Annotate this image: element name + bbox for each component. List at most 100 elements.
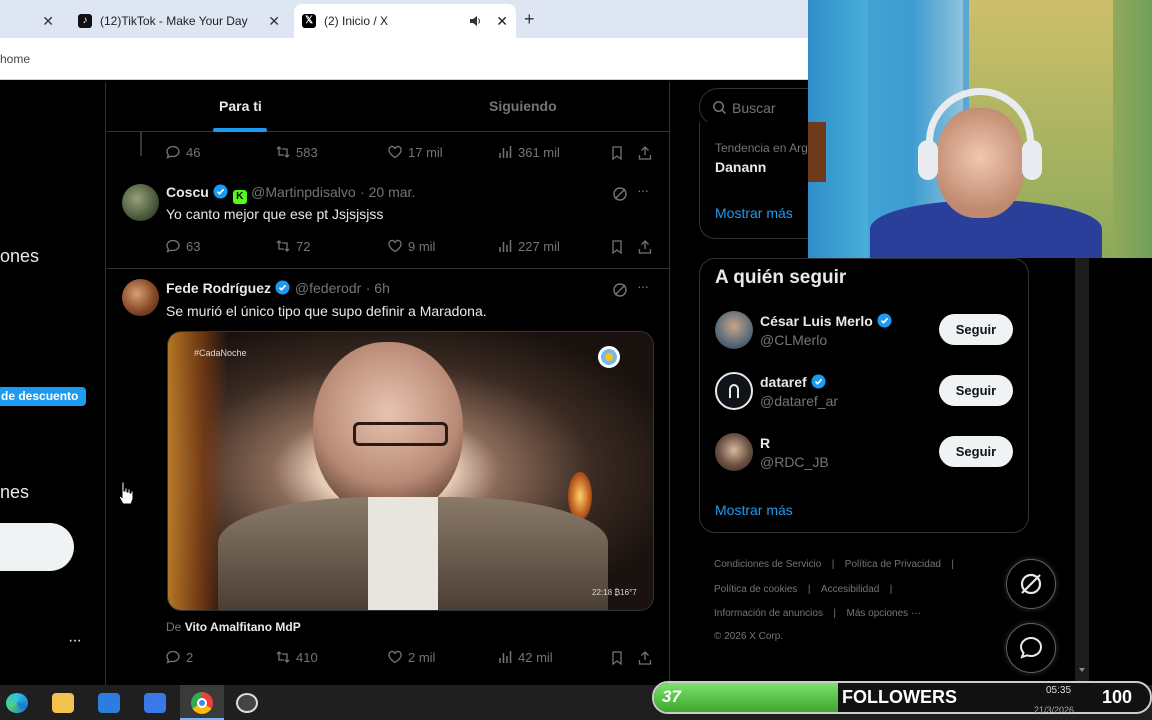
views-icon [499,651,512,663]
discount-badge[interactable]: de descuento [0,387,86,406]
video-watermark: #CadaNoche [194,348,247,358]
search-icon [713,101,727,115]
more-options-icon[interactable]: ··· [637,278,649,294]
tweet-text: Yo canto mejor que ese pt Jsjsjsjss [166,206,384,222]
tab-for-you[interactable]: Para ti [219,98,262,114]
avatar[interactable] [715,433,753,471]
cookies-link[interactable]: Política de cookies [714,584,797,595]
accessibility-link[interactable]: Accesibilidad [821,584,879,595]
tab-close-icon[interactable]: ✕ [42,13,54,30]
source-link[interactable]: Vito Amalfitano MdP [185,620,301,634]
bookmark-icon[interactable] [609,239,625,255]
reply-icon [166,239,180,253]
tweet-text: Se murió el único tipo que supo definir … [166,303,487,319]
suggestion-name[interactable]: dataref [760,374,807,390]
terms-link[interactable]: Condiciones de Servicio [714,559,821,570]
repost-button[interactable]: 410 [275,649,318,665]
reply-button[interactable]: 2 [165,649,193,665]
more-options-link[interactable]: Más opciones ··· [846,608,920,619]
suggestion-handle: @dataref_ar [760,393,839,409]
hand-cursor-icon [118,481,134,505]
timeline-tabs: Para ti Siguiendo [107,82,669,132]
reply-button[interactable]: 63 [165,238,200,254]
kick-icon: K [232,190,247,204]
follow-button[interactable]: Seguir [939,436,1013,467]
heart-icon [388,239,402,253]
like-button[interactable]: 2 mil [387,649,435,665]
obs-icon[interactable] [236,693,258,713]
tweet-time[interactable]: · 20 mar. [360,184,415,200]
tweet-video[interactable]: #CadaNoche 22:18 ₿16°7 [167,331,654,611]
author-name[interactable]: Coscu [166,184,209,200]
speaker-icon[interactable] [468,14,482,28]
nav-item-partial-2[interactable]: nes [0,482,29,503]
views-button[interactable]: 227 mil [497,238,560,254]
share-icon[interactable] [637,145,653,161]
author-handle[interactable]: @federodr [295,280,361,296]
active-tab-indicator [213,128,267,132]
more-options-icon[interactable]: ··· [637,182,649,198]
suggestion-name[interactable]: César Luis Merlo [760,313,873,329]
tab-following[interactable]: Siguiendo [489,98,557,114]
like-button[interactable]: 9 mil [387,238,435,254]
chat-bubble-icon [1019,636,1043,659]
follow-button[interactable]: Seguir [939,314,1013,345]
browser-tab-x[interactable]: 𝕏 (2) Inicio / X ✕ [294,4,516,38]
share-icon[interactable] [637,650,653,666]
author-name[interactable]: Fede Rodríguez [166,280,271,296]
tweet-coscu[interactable]: Coscu K @Martinpdisalvo · 20 mar. ··· Yo… [107,174,669,269]
share-icon[interactable] [637,239,653,255]
tab-close-icon[interactable]: ✕ [496,13,508,30]
tweet-fede[interactable]: Fede Rodríguez @federodr · 6h ··· Se mur… [107,269,669,685]
chrome-icon [191,692,213,714]
new-tab-button[interactable]: + [524,9,535,30]
followers-progress-fill [654,683,838,712]
grok-icon [1020,573,1042,595]
ads-info-link[interactable]: Información de anuncios [714,608,823,619]
messages-button[interactable] [1006,623,1056,673]
tweet-actions: 63 72 9 mil 227 mil [165,238,655,258]
thread-line [140,132,142,156]
page-scrollbar[interactable] [1075,258,1089,685]
grok-icon[interactable] [612,282,628,298]
suggestion-name[interactable]: R [760,435,770,451]
trend-name[interactable]: Danann [715,159,766,175]
tab-close-icon[interactable]: ✕ [268,13,280,30]
edge-icon[interactable] [6,693,28,713]
store-icon[interactable] [98,693,120,713]
chrome-taskbar-active[interactable] [180,685,224,720]
browser-tab-tiktok[interactable]: ♪ (12)TikTok - Make Your Day ✕ [72,4,286,38]
author-handle[interactable]: @Martinpdisalvo [251,184,355,200]
like-button[interactable]: 17 mil [387,144,443,160]
timeline: Para ti Siguiendo 46 583 17 mil 361 mil … [107,82,670,685]
webcam-headphone-right [1022,140,1042,180]
avatar[interactable] [715,311,753,349]
bookmark-icon[interactable] [609,650,625,666]
mail-icon[interactable] [144,693,166,713]
grok-icon[interactable] [612,186,628,202]
avatar[interactable] [122,184,159,221]
address-bar[interactable]: home [0,38,808,80]
avatar[interactable] [122,279,159,316]
nav-item-partial-1[interactable]: ones [0,246,39,267]
tweet-time[interactable]: · 6h [366,280,390,296]
views-button[interactable]: 42 mil [497,649,553,665]
show-more-suggestions-link[interactable]: Mostrar más [715,502,793,518]
bookmark-icon[interactable] [609,145,625,161]
file-explorer-icon[interactable] [52,693,74,713]
follow-button[interactable]: Seguir [939,375,1013,406]
views-button[interactable]: 361 mil [497,144,560,160]
more-options-icon[interactable]: ··· [68,632,82,650]
browser-tab-1[interactable]: ✕ [0,4,62,38]
repost-button[interactable]: 583 [275,144,318,160]
show-more-trends-link[interactable]: Mostrar más [715,205,793,221]
scroll-down-arrow-icon[interactable] [1079,668,1085,672]
grok-button[interactable] [1006,559,1056,609]
who-to-follow-box: A quién seguir César Luis Merlo @CLMerlo… [699,258,1029,533]
tweet-actions: 46 583 17 mil 361 mil [165,144,655,164]
privacy-link[interactable]: Política de Privacidad [845,559,941,570]
avatar[interactable] [715,372,753,410]
post-button[interactable] [0,523,74,571]
reply-button[interactable]: 46 [165,144,200,160]
repost-button[interactable]: 72 [275,238,310,254]
